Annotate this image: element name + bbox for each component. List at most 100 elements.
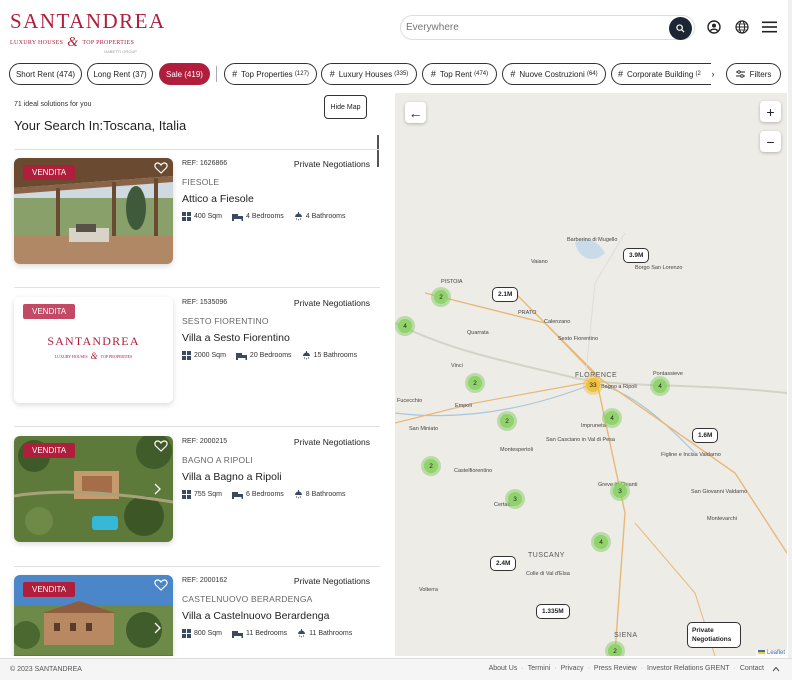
zoom-in-button[interactable]: + — [760, 101, 781, 122]
listing-name[interactable]: Villa a Sesto Fiorentino — [182, 332, 290, 344]
page-scrollbar[interactable] — [788, 0, 792, 680]
map-cluster[interactable]: 2 — [421, 456, 441, 476]
footer-link[interactable]: Investor Relations GRENT — [647, 665, 729, 672]
chevron-right-icon[interactable] — [154, 483, 161, 495]
listing-card[interactable]: VENDITA REF: 2000162 Private Negotiation… — [14, 575, 380, 656]
listing-photo[interactable]: VENDITA — [14, 158, 173, 264]
tag-luxury-houses[interactable]: # Luxury Houses (335) — [321, 63, 417, 85]
cluster-count: 3 — [613, 484, 627, 498]
price-marker[interactable]: 2.1M — [492, 287, 519, 302]
listing-bedrooms: 4 Bedrooms — [246, 213, 284, 220]
account-button[interactable] — [706, 19, 722, 35]
price-marker[interactable]: 2.4M — [490, 556, 517, 571]
cluster-count: 4 — [594, 535, 608, 549]
tag-corporate-building[interactable]: # Corporate Building (2 — [611, 63, 711, 85]
price-marker[interactable]: 3.9M — [623, 248, 650, 263]
heart-icon[interactable] — [154, 440, 168, 452]
scroll-tags-right-button[interactable]: › — [706, 67, 720, 81]
map-panel[interactable]: ← + − Barberino di Mugello Vaiano Borgo … — [395, 93, 787, 656]
cluster-count: 2 — [468, 376, 482, 390]
listing-photo[interactable]: VENDITA — [14, 436, 173, 542]
search-input[interactable] — [406, 16, 661, 39]
listing-name[interactable]: Villa a Bagno a Ripoli — [182, 471, 282, 483]
heart-icon[interactable] — [154, 162, 168, 174]
private-negotiations-marker[interactable]: Private Negotiations — [687, 622, 741, 648]
map-place-label: Bagno a Ripoli — [601, 384, 637, 390]
listing-sqm: 800 Sqm — [194, 630, 223, 637]
map-place-label: TUSCANY — [528, 552, 565, 559]
menu-button[interactable] — [761, 19, 777, 35]
listing-card[interactable]: SANTANDREA LUXURY HOUSES & TOP PROPERTIE… — [14, 297, 380, 407]
map-cluster[interactable]: 4 — [602, 408, 622, 428]
map-place-label: San Miniato — [409, 426, 439, 432]
map-place-label: Colle di Val d'Elsa — [526, 571, 570, 577]
listing-name[interactable]: Attico a Fiesole — [182, 193, 254, 205]
map-place-label: SIENA — [614, 632, 638, 639]
footer-link[interactable]: Privacy — [561, 665, 584, 672]
listing-photo[interactable]: SANTANDREA LUXURY HOUSES & TOP PROPERTIE… — [14, 297, 173, 403]
footer-link[interactable]: Termini — [528, 665, 551, 672]
map-cluster[interactable]: 33 — [583, 375, 603, 395]
map-cluster[interactable]: 4 — [395, 316, 415, 336]
map-cluster[interactable]: 2 — [465, 373, 485, 393]
map-place-label: Castelfiorentino — [454, 468, 493, 474]
map-place-label: Montevarchi — [707, 516, 737, 522]
listing-sqm: 2000 Sqm — [194, 352, 226, 359]
filter-long-rent[interactable]: Long Rent (37) — [87, 63, 153, 85]
map-back-button[interactable]: ← — [405, 102, 426, 123]
price-marker[interactable]: 1.335M — [536, 604, 570, 619]
hash-icon: # — [430, 69, 436, 79]
map-cluster[interactable]: 4 — [650, 376, 670, 396]
map-place-label: Figline e Incisa Valdarno — [661, 452, 721, 458]
tag-nuove-costruzioni[interactable]: # Nuove Costruzioni (64) — [502, 63, 606, 85]
map-place-label: Vinci — [451, 363, 463, 369]
map-cluster[interactable]: 3 — [505, 489, 525, 509]
footer-link[interactable]: Contact — [740, 665, 764, 672]
zoom-out-button[interactable]: − — [760, 131, 781, 152]
tag-label: Top Properties — [241, 69, 293, 79]
hash-icon: # — [618, 69, 624, 79]
hash-icon: # — [510, 69, 516, 79]
area-icon — [182, 212, 191, 221]
listing-bathrooms: 4 Bathrooms — [305, 213, 346, 220]
leaflet-attribution[interactable]: Leaflet — [755, 650, 787, 656]
santandrea-logo[interactable]: SANTANDREA LUXURY HOUSES & TOP PROPERTIE… — [10, 9, 164, 54]
map-place-label: Vaiano — [531, 259, 548, 265]
map-cluster[interactable]: 2 — [497, 411, 517, 431]
map-place-label: Fucecchio — [397, 398, 423, 404]
listing-ref: REF: 1626866 — [182, 160, 228, 167]
results-count: 71 ideal solutions for you — [14, 101, 92, 108]
listing-card[interactable]: VENDITA REF: 2000215 Private Negotiation… — [14, 436, 380, 546]
tag-top-rent[interactable]: # Top Rent (474) — [422, 63, 497, 85]
flag-icon — [757, 650, 765, 655]
listing-ref: REF: 1535096 — [182, 299, 228, 306]
footer-link[interactable]: Press Review — [594, 665, 637, 672]
map-cluster[interactable]: 3 — [610, 481, 630, 501]
logo-sub-left: LUXURY HOUSES — [10, 40, 64, 46]
heart-icon[interactable] — [154, 579, 168, 591]
listing-bedrooms: 20 Bedrooms — [249, 352, 292, 359]
chevron-right-icon: › — [711, 69, 715, 79]
listing-card[interactable]: VENDITA REF: 1626866 Private Negotiation… — [14, 158, 380, 268]
hide-map-button[interactable]: Hide Map — [324, 95, 367, 119]
cluster-count: 4 — [653, 379, 667, 393]
filters-button[interactable]: Filters — [726, 63, 781, 85]
filter-sale[interactable]: Sale (419) — [159, 63, 210, 85]
map-cluster[interactable]: 2 — [605, 641, 625, 656]
sale-badge: VENDITA — [23, 443, 76, 458]
filter-short-rent[interactable]: Short Rent (474) — [9, 63, 82, 85]
language-button[interactable] — [734, 19, 750, 35]
price-marker[interactable]: 1.6M — [692, 428, 719, 443]
filter-label: Sale (419) — [166, 69, 203, 79]
search-button[interactable] — [669, 17, 692, 40]
map-cluster[interactable]: 4 — [591, 532, 611, 552]
filter-label: Long Rent (37) — [93, 69, 147, 79]
map-cluster[interactable]: 2 — [431, 287, 451, 307]
tag-top-properties[interactable]: # Top Properties (127) — [224, 63, 317, 85]
listing-name[interactable]: Villa a Castelnuovo Berardenga — [182, 610, 330, 622]
chevron-up-icon[interactable] — [772, 666, 780, 672]
listing-photo[interactable]: VENDITA — [14, 575, 173, 656]
chevron-right-icon[interactable] — [154, 622, 161, 634]
footer-link[interactable]: About Us — [489, 665, 518, 672]
filter-separator — [216, 66, 217, 82]
